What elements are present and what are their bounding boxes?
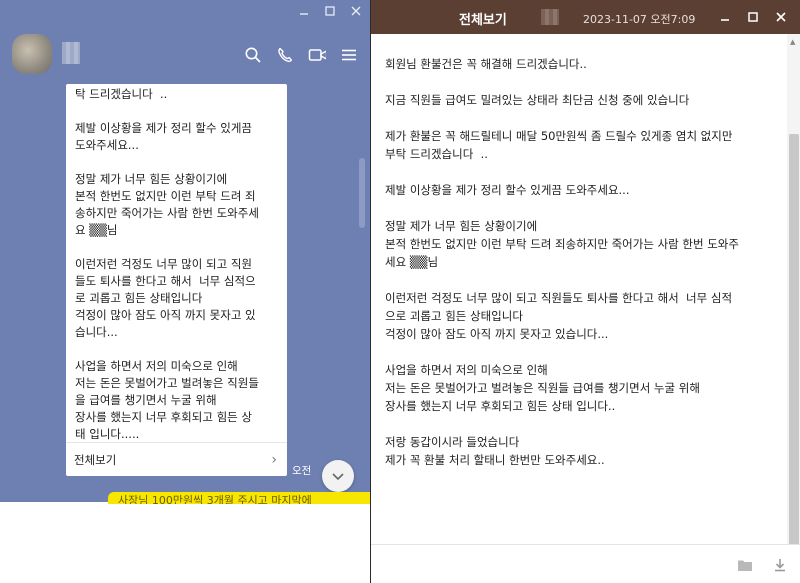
my-message-bubble[interactable]: 사장님 100만원씩 3개월 주시고 마지막에 [108, 492, 370, 504]
viewer-content-area[interactable]: 회원님 환불건은 꼭 해결해 드리겠습니다.. 지금 직원들 급여도 밀려있는 … [371, 34, 787, 544]
chat-header-actions [244, 46, 358, 64]
search-icon[interactable] [244, 46, 262, 64]
blurred-contact-name [62, 42, 80, 64]
phone-icon[interactable] [276, 46, 294, 64]
maximize-icon[interactable] [322, 4, 338, 18]
folder-icon[interactable] [737, 557, 753, 576]
viewer-titlebar[interactable]: 전체보기 2023-11-07 오전7:09 [371, 0, 800, 34]
view-all-button[interactable]: 전체보기 › [66, 443, 287, 476]
chevron-right-icon: › [271, 451, 277, 468]
video-call-icon[interactable] [308, 46, 326, 64]
viewer-window-controls [717, 10, 789, 24]
viewer-scrollbar[interactable]: ▲ [787, 34, 800, 548]
chat-scrollbar[interactable] [359, 158, 365, 228]
viewer-timestamp: 2023-11-07 오전7:09 [583, 13, 696, 26]
message-time: 오전 [292, 465, 312, 477]
menu-icon[interactable] [340, 46, 358, 64]
minimize-icon[interactable] [296, 4, 312, 18]
viewer-scroll-thumb[interactable] [789, 134, 799, 548]
minimize-icon[interactable] [717, 10, 733, 24]
scroll-up-arrow-icon[interactable]: ▲ [790, 38, 795, 46]
close-icon[interactable] [348, 4, 364, 18]
chevron-down-icon [331, 467, 345, 486]
scroll-to-bottom-button[interactable] [322, 460, 354, 492]
chat-window: 탁 드리겠습니다 .. 제발 이상황을 제가 정리 할수 있게끔 도와주세요..… [0, 0, 370, 583]
view-all-window: 전체보기 2023-11-07 오전7:09 회원님 환불건은 꼭 해결해 드리… [370, 0, 800, 583]
close-icon[interactable] [773, 10, 789, 24]
message-bubble[interactable]: 탁 드리겠습니다 .. 제발 이상황을 제가 정리 할수 있게끔 도와주세요..… [66, 84, 287, 476]
chat-window-controls [296, 4, 364, 18]
blurred-sender-name [541, 9, 559, 25]
viewer-footer [371, 544, 800, 583]
message-text: 탁 드리겠습니다 .. 제발 이상황을 제가 정리 할수 있게끔 도와주세요..… [75, 87, 259, 441]
view-all-label: 전체보기 [74, 452, 117, 467]
download-icon[interactable] [773, 557, 787, 576]
viewer-footer-actions [737, 557, 787, 576]
avatar[interactable] [12, 34, 52, 74]
maximize-icon[interactable] [745, 10, 761, 24]
viewer-title: 전체보기 [459, 13, 507, 28]
full-message-text: 회원님 환불건은 꼭 해결해 드리겠습니다.. 지금 직원들 급여도 밀려있는 … [385, 57, 739, 467]
